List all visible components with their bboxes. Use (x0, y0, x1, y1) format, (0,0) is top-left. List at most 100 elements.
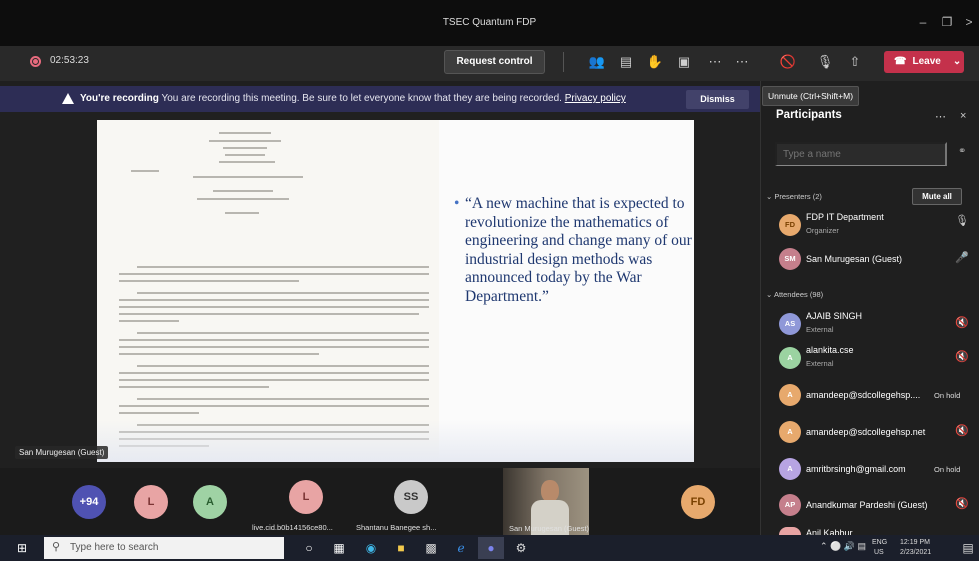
leave-button[interactable]: ☎ Leave ⌄ (884, 51, 964, 73)
taskbar-search-input[interactable]: Type here to search (44, 537, 284, 559)
settings-icon[interactable]: ⚙ (508, 537, 534, 559)
on-hold-status: On hold (934, 391, 961, 400)
close-icon[interactable]: > (958, 12, 979, 32)
recording-title: You're recording (80, 93, 159, 104)
mic-off-icon[interactable]: 🎙 (813, 50, 837, 74)
participant-name[interactable]: FDP IT Department (806, 212, 884, 222)
participant-name[interactable]: Anandkumar Pardeshi (Guest) (806, 500, 928, 510)
avatar: A (779, 458, 801, 480)
recording-indicator-icon (30, 56, 41, 67)
gallery-tile-avatar[interactable]: FD (681, 485, 715, 519)
minimize-icon[interactable]: – (912, 12, 934, 32)
people-icon[interactable]: 👥 (585, 50, 609, 74)
search-icon: ⚲ (52, 541, 61, 553)
camera-off-icon[interactable]: 🚫 (776, 50, 800, 74)
input-language[interactable]: ENG US (872, 538, 887, 558)
clock[interactable]: 12:19 PM 2/23/2021 (900, 538, 931, 558)
gallery-tile-avatar[interactable]: SS (394, 480, 428, 514)
avatar: FD (779, 214, 801, 236)
participant-name[interactable]: San Murugesan (Guest) (806, 254, 902, 264)
participant-name[interactable]: alankita.cse (806, 345, 854, 355)
slide-quote: • “A new machine that is expected to rev… (454, 195, 694, 307)
unmute-tooltip: Unmute (Ctrl+Shift+M) (762, 86, 860, 106)
dismiss-button[interactable]: Dismiss (686, 90, 749, 109)
participant-name[interactable]: amandeep@sdcollegehsp.net (806, 427, 925, 437)
mic-icon: 🎤 (955, 252, 969, 264)
windows-start-icon[interactable]: ⊞ (9, 537, 35, 559)
share-screen-icon[interactable]: ⇧ (843, 50, 867, 74)
edge-browser-icon[interactable]: ◉ (358, 537, 384, 559)
participant-name[interactable]: amritbrsingh@gmail.com (806, 464, 906, 474)
mic-muted-icon: 🔇 (955, 317, 969, 329)
participant-name[interactable]: amandeep@sdcollegehsp.... (806, 390, 920, 400)
gallery-tile-label: Shantanu Banegee sh... (356, 523, 437, 532)
more-participants-badge[interactable]: +94 (72, 485, 106, 519)
gallery-tile-avatar[interactable]: A (193, 485, 227, 519)
notifications-icon[interactable]: ▤ (955, 537, 979, 559)
gallery-tile-avatar[interactable]: L (289, 480, 323, 514)
mic-muted-icon: 🔇 (955, 498, 969, 510)
teams-icon[interactable]: ● (478, 537, 504, 559)
avatar: A (779, 347, 801, 369)
more-options-icon[interactable]: ⋯ (703, 50, 727, 74)
rooms-icon[interactable]: ▣ (672, 50, 696, 74)
recording-banner: You're recording You are recording this … (0, 86, 760, 112)
participant-sub: External (806, 359, 834, 368)
internet-explorer-icon[interactable]: ℯ (448, 537, 474, 559)
participant-gallery: +94 L A L SS FD live.cid.b0b14156ce80...… (0, 468, 760, 535)
raise-hand-icon[interactable]: ✋ (643, 50, 667, 74)
presenters-header: ⌄ Presenters (2) (766, 192, 822, 201)
privacy-policy-link[interactable]: Privacy policy (565, 93, 626, 104)
window-title: TSEC Quantum FDP (442, 17, 537, 28)
avatar: AS (779, 313, 801, 335)
recording-text: You are recording this meeting. Be sure … (161, 93, 562, 104)
participant-video[interactable]: San Murugesan (Guest) (503, 468, 589, 535)
slide-quote-text: “A new machine that is expected to revol… (465, 195, 692, 305)
attendees-header: ⌄ Attendees (98) (766, 290, 824, 299)
mute-all-button[interactable]: Mute all (912, 188, 962, 205)
mic-muted-icon: 🔇 (955, 351, 969, 363)
share-invite-icon[interactable]: ⚭ (958, 146, 966, 157)
avatar: AP (779, 494, 801, 516)
avatar: A (779, 384, 801, 406)
avatar: A (779, 421, 801, 443)
participant-role: Organizer (806, 226, 839, 235)
store-icon[interactable]: ▩ (418, 537, 444, 559)
warning-icon (62, 93, 74, 104)
scanned-document-image (97, 120, 439, 462)
chat-icon[interactable]: ▤ (614, 50, 638, 74)
presentation-slide: • “A new machine that is expected to rev… (97, 120, 694, 462)
participant-search-input[interactable] (775, 142, 947, 166)
file-explorer-icon[interactable]: ■ (388, 537, 414, 559)
avatar (779, 527, 801, 535)
more-options-dots-icon[interactable]: ⋯ (730, 50, 754, 74)
meeting-timer: 02:53:23 (50, 55, 89, 66)
leave-label: Leave (912, 56, 941, 67)
mic-off-icon: 🎙 (955, 215, 969, 227)
cortana-icon[interactable]: ○ (296, 537, 322, 559)
tray-icons[interactable]: ⌃ ⚪ 🔊 ▤ (820, 541, 866, 551)
slide-footer (97, 420, 694, 462)
participant-sub: External (806, 325, 834, 334)
participant-name[interactable]: Anil Kabbur (806, 528, 853, 535)
recording-message: You're recording You are recording this … (80, 86, 626, 112)
video-name-label: San Murugesan (Guest) (509, 524, 589, 533)
phone-icon: ☎ (894, 56, 907, 67)
panel-more-icon[interactable]: ⋯ (935, 110, 946, 123)
panel-close-icon[interactable]: × (960, 110, 966, 122)
request-control-button[interactable]: Request control (444, 50, 545, 74)
mic-muted-icon: 🔇 (955, 425, 969, 437)
avatar: SM (779, 248, 801, 270)
presenter-name-label: San Murugesan (Guest) (15, 446, 109, 459)
bullet-icon: • (454, 195, 460, 212)
participants-title: Participants (776, 109, 842, 121)
title-bar: TSEC Quantum FDP – ❐ > (0, 0, 979, 46)
on-hold-status: On hold (934, 465, 961, 474)
maximize-icon[interactable]: ❐ (936, 12, 958, 32)
chevron-down-icon: ⌄ (952, 56, 962, 67)
participant-name[interactable]: AJAIB SINGH (806, 311, 862, 321)
task-view-icon[interactable]: ▦ (326, 537, 352, 559)
toolbar-divider (563, 52, 564, 72)
gallery-tile-avatar[interactable]: L (134, 485, 168, 519)
gallery-tile-label: live.cid.b0b14156ce80... (252, 523, 333, 532)
